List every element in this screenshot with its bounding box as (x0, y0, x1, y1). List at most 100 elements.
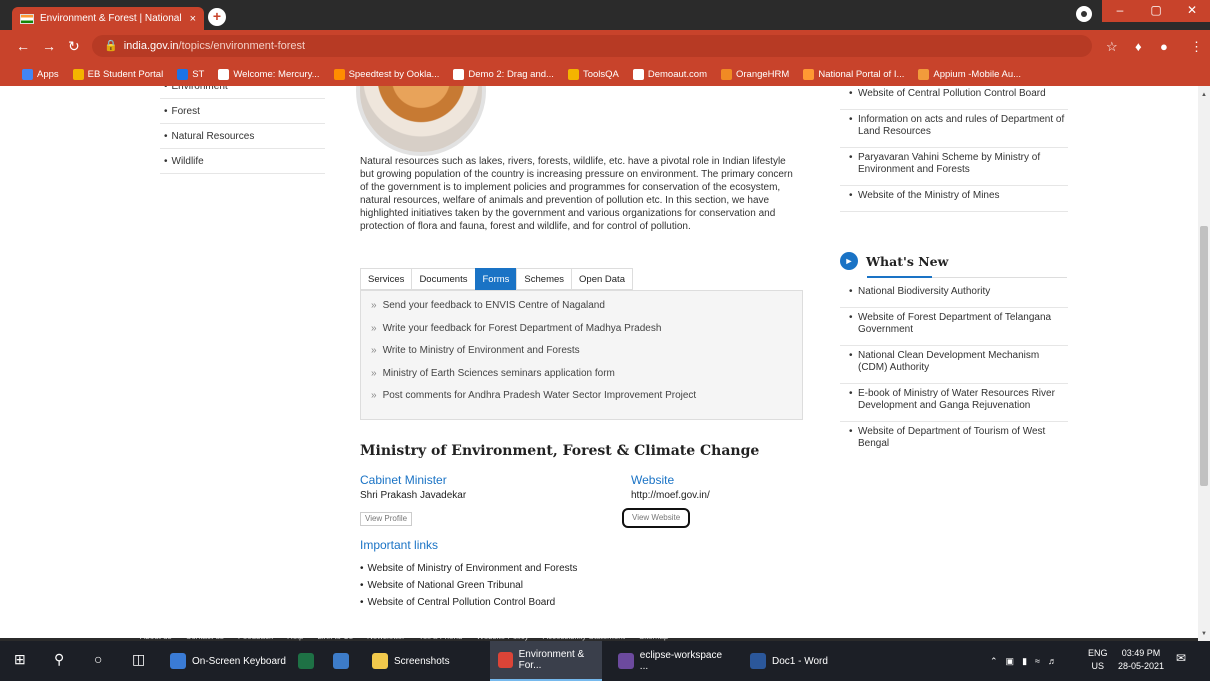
close-window-button[interactable]: ✕ (1174, 0, 1210, 22)
back-arrow-icon[interactable]: ← (16, 38, 30, 54)
browser-tab-active[interactable]: Environment & Forest | National × (12, 7, 204, 30)
minimize-button[interactable]: – (1102, 0, 1138, 22)
taskbar-app[interactable] (325, 641, 359, 681)
bookmark-item[interactable]: Demoaut.com (632, 69, 707, 80)
task-view-icon[interactable]: ◫ (132, 651, 145, 668)
forward-arrow-icon[interactable]: → (42, 38, 56, 54)
tab-services[interactable]: Services (360, 268, 412, 290)
view-profile-button[interactable]: View Profile (360, 512, 413, 526)
subnav-item[interactable]: Natural Resources (160, 124, 325, 149)
taskbar-app[interactable] (290, 641, 320, 681)
keyboard-layout: US (1091, 661, 1105, 671)
scroll-down-icon[interactable]: ▼ (1201, 631, 1207, 637)
reload-icon[interactable]: ↻ (68, 38, 80, 55)
browser-tab-strip: Environment & Forest | National × + – ▢ … (0, 0, 1210, 30)
whats-new-item[interactable]: National Clean Development Mechanism (CD… (840, 346, 1068, 384)
important-link[interactable]: Website of Central Pollution Control Boa… (360, 594, 577, 611)
incognito-icon[interactable] (1076, 6, 1092, 22)
bookmark-label: Apps (37, 69, 59, 80)
bookmark-item[interactable]: National Portal of I... (803, 69, 904, 80)
browser-menu-icon[interactable]: ⋮ (1190, 39, 1203, 55)
bookmark-item[interactable]: Welcome: Mercury... (218, 69, 320, 80)
battery-icon[interactable]: ▮ (1022, 656, 1027, 667)
intro-paragraph: Natural resources such as lakes, rivers,… (360, 156, 793, 232)
tab-close-icon[interactable]: × (190, 13, 196, 25)
view-website-button[interactable]: View Website (622, 508, 691, 528)
bookmark-item[interactable]: ToolsQA (567, 69, 619, 80)
taskbar-app[interactable]: On-Screen Keyboard (162, 641, 290, 681)
form-link[interactable]: Write to Ministry of Environment and For… (371, 340, 792, 363)
new-tab-button[interactable]: + (208, 8, 226, 26)
bookmark-item[interactable]: ST (177, 69, 204, 80)
form-link[interactable]: Ministry of Earth Sciences seminars appl… (371, 363, 792, 386)
bookmark-favicon-icon (218, 69, 230, 80)
ministry-heading: Ministry of Environment, Forest & Climat… (360, 443, 760, 459)
notification-icon[interactable]: ✉ (1176, 651, 1194, 669)
extensions-puzzle-icon[interactable]: ♦ (1135, 39, 1142, 54)
bookmark-favicon-icon (333, 69, 345, 80)
url-field[interactable]: 🔒 india.gov.in/topics/environment-forest (92, 35, 1092, 57)
whats-new-item[interactable]: E-book of Ministry of Water Resources Ri… (840, 384, 1068, 422)
bookmark-item[interactable]: OrangeHRM (721, 69, 789, 80)
taskbar-app-label: Screenshots (394, 655, 450, 667)
tab-title: Environment & Forest | National (40, 13, 182, 24)
windows-start-icon[interactable]: ⊞ (14, 651, 26, 668)
scroll-up-icon[interactable]: ▲ (1201, 92, 1207, 98)
taskbar-app[interactable]: eclipse-workspace ... (610, 641, 732, 681)
network-icon[interactable]: ▣ (1006, 656, 1015, 667)
taskbar-app[interactable]: Environment & For... (490, 641, 602, 681)
tab-documents[interactable]: Documents (411, 268, 475, 290)
app-icon (750, 653, 766, 669)
app-icon (298, 653, 314, 669)
related-link[interactable]: Paryavaran Vahini Scheme by Ministry of … (840, 148, 1068, 186)
bookmark-label: Speedtest by Ookla... (348, 69, 440, 80)
app-icon (618, 653, 634, 669)
maximize-button[interactable]: ▢ (1138, 0, 1174, 22)
whats-new-item[interactable]: National Biodiversity Authority (840, 282, 1068, 308)
subnav-item[interactable]: Wildlife (160, 149, 325, 174)
cortana-icon[interactable]: ○ (94, 651, 102, 667)
tab-open-data[interactable]: Open Data (571, 268, 633, 290)
form-link[interactable]: Send your feedback to ENVIS Centre of Na… (371, 295, 792, 318)
whats-new-item[interactable]: Website of Department of Tourism of West… (840, 422, 1068, 459)
bookmark-favicon-icon (22, 69, 33, 80)
form-link[interactable]: Post comments for Andhra Pradesh Water S… (371, 385, 792, 408)
search-icon[interactable]: ⚲ (54, 651, 64, 668)
bookmark-item[interactable]: Demo 2: Drag and... (453, 69, 554, 80)
whats-new-header: ► What's New (840, 244, 1068, 278)
form-link[interactable]: Write your feedback for Forest Departmen… (371, 318, 792, 341)
taskbar-app[interactable]: Doc1 - Word (742, 641, 852, 681)
scrollbar-thumb[interactable] (1200, 226, 1208, 486)
tab-forms[interactable]: Forms (474, 268, 517, 290)
forms-panel: Send your feedback to ENVIS Centre of Na… (360, 290, 803, 420)
tray-overflow-icon[interactable]: ⌃ (990, 656, 998, 667)
tab-schemes[interactable]: Schemes (516, 268, 572, 290)
bookmark-star-icon[interactable]: ☆ (1106, 39, 1118, 55)
bookmark-item[interactable]: Appium -Mobile Au... (918, 69, 1021, 80)
subnav-item[interactable]: Forest (160, 99, 325, 124)
subnav-item[interactable]: Environment (160, 86, 325, 99)
related-link[interactable]: Website of Central Pollution Control Boa… (840, 86, 1068, 110)
taskbar-clock[interactable]: 03:49 PM 28-05-2021 (1118, 647, 1164, 673)
bookmark-item[interactable]: Speedtest by Ookla... (333, 69, 440, 80)
content-tabs: Services Documents Forms Schemes Open Da… (360, 268, 633, 290)
cabinet-minister-link[interactable]: Cabinet Minister (360, 473, 447, 487)
bookmark-item[interactable]: Apps (22, 69, 59, 80)
language-indicator[interactable]: ENG US (1088, 647, 1108, 673)
clock-date: 28-05-2021 (1118, 661, 1165, 671)
profile-avatar-icon[interactable]: ● (1160, 39, 1168, 54)
important-link[interactable]: Website of Ministry of Environment and F… (360, 560, 578, 577)
taskbar-app-label: On-Screen Keyboard (192, 655, 286, 667)
whats-new-item[interactable]: Website of Forest Department of Telangan… (840, 308, 1068, 346)
bookmark-label: Demoaut.com (647, 69, 707, 80)
app-icon (333, 653, 349, 669)
website-url: http://moef.gov.in/ (631, 490, 710, 501)
wifi-icon[interactable]: ≈ (1035, 656, 1040, 666)
related-link[interactable]: Website of the Ministry of Mines (840, 186, 1068, 212)
related-link[interactable]: Information on acts and rules of Departm… (840, 110, 1068, 148)
bookmark-item[interactable]: EB Student Portal (72, 69, 163, 80)
volume-icon[interactable]: ♬ (1048, 656, 1057, 666)
taskbar-app[interactable]: Screenshots (364, 641, 480, 681)
important-link[interactable]: Website of National Green Tribunal (360, 577, 577, 594)
page-scrollbar[interactable]: ▲ ▼ (1198, 86, 1210, 641)
